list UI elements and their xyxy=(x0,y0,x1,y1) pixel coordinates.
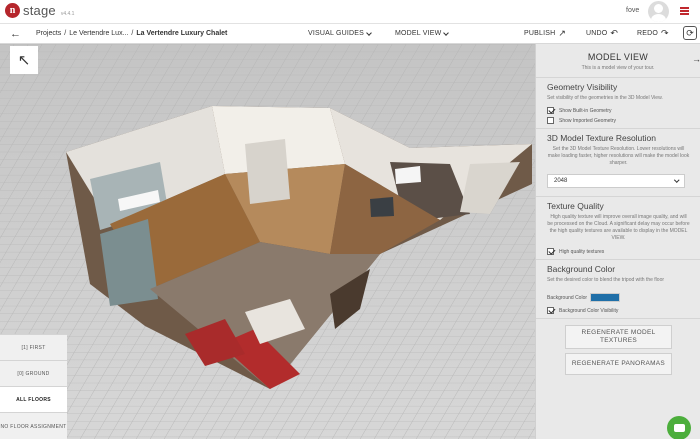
floor-selector: [1] FIRST [0] GROUND ALL FLOORS NO FLOOR… xyxy=(0,334,67,439)
breadcrumb-projects[interactable]: Projects xyxy=(36,30,61,37)
model-canvas[interactable] xyxy=(0,44,535,439)
background-color-row: Background Color xyxy=(547,293,690,302)
high-quality-label: High quality textures xyxy=(559,248,605,255)
geometry-title: Geometry Visibility xyxy=(547,82,618,92)
breadcrumb-separator: / xyxy=(131,30,134,37)
publish-label: PUBLISH xyxy=(524,30,556,37)
model-view-menu[interactable]: MODEL VIEW xyxy=(395,29,450,37)
visual-guides-label: VISUAL GUIDES xyxy=(308,30,365,37)
logo-text: stage xyxy=(23,3,56,18)
chat-icon[interactable] xyxy=(667,416,691,439)
arrow-right-icon[interactable]: → xyxy=(692,54,700,64)
geometry-desc: Set visibility of the geometries in the … xyxy=(547,95,663,101)
chevron-down-icon xyxy=(366,29,372,36)
breadcrumb-project[interactable]: Le Vertendre Lux... xyxy=(69,30,128,37)
high-quality-checkbox[interactable] xyxy=(547,248,554,255)
geometry-section: Geometry Visibility Set visibility of th… xyxy=(536,77,700,128)
undo-label: UNDO xyxy=(586,30,608,37)
refresh-icon[interactable]: ⟳ xyxy=(683,26,697,40)
app-logo[interactable]: n stage v4.4.1 xyxy=(5,3,74,18)
model-view-label: MODEL VIEW xyxy=(395,30,442,37)
texture-resolution-value: 2048 xyxy=(554,178,568,184)
texture-resolution-section: 3D Model Texture Resolution Set the 3D M… xyxy=(536,128,700,192)
background-title: Background Color xyxy=(547,264,616,274)
breadcrumb-separator: / xyxy=(64,30,67,37)
imported-geometry-label: Show Imported Geometry xyxy=(559,117,616,124)
texture-resolution-title: 3D Model Texture Resolution xyxy=(547,133,656,143)
redo-label: REDO xyxy=(637,30,659,37)
undo-button[interactable]: UNDO ↶ xyxy=(586,28,619,38)
background-color-swatch[interactable] xyxy=(590,293,621,302)
model-viewport[interactable]: ↖ [1] FIRST [0] GROUND ALL FLOORS NO FLO… xyxy=(0,44,535,439)
texture-quality-title: Texture Quality xyxy=(547,201,604,211)
background-desc: Set the desired color to blend the tripo… xyxy=(547,277,665,283)
high-quality-option[interactable]: High quality textures xyxy=(547,248,690,255)
breadcrumb-current: La Vertendre Luxury Chalet xyxy=(136,30,228,37)
builtin-geometry-label: Show Built-in Geometry xyxy=(559,107,612,114)
background-visibility-option[interactable]: Background Color Visibility xyxy=(547,307,690,314)
redo-icon: ↷ xyxy=(661,28,669,38)
background-section: Background Color Set the desired color t… xyxy=(536,259,700,318)
regenerate-textures-button[interactable]: REGENERATE MODEL TEXTURES xyxy=(565,325,672,350)
background-visibility-checkbox[interactable] xyxy=(547,307,554,314)
actions-section: REGENERATE MODEL TEXTURES REGENERATE PAN… xyxy=(536,318,700,383)
redo-button[interactable]: REDO ↷ xyxy=(637,28,669,38)
logo-mark: n xyxy=(5,3,20,18)
builtin-geometry-checkbox[interactable] xyxy=(547,107,554,114)
undo-icon: ↶ xyxy=(610,28,619,38)
texture-quality-section: Texture Quality High quality texture wil… xyxy=(536,196,700,259)
floor-first-button[interactable]: [1] FIRST xyxy=(0,335,67,361)
model-view-panel: → MODEL VIEW This is a model view of you… xyxy=(535,44,700,439)
panel-subtitle: This is a model view of your tour. xyxy=(581,65,655,71)
imported-geometry-option[interactable]: Show Imported Geometry xyxy=(547,117,690,124)
background-visibility-label: Background Color Visibility xyxy=(559,307,619,314)
nav-bar: ← Projects / Le Vertendre Lux... / La Ve… xyxy=(0,24,700,44)
arrow-up-right-icon: ↗ xyxy=(558,28,567,38)
hamburger-icon[interactable] xyxy=(680,7,689,15)
imported-geometry-checkbox[interactable] xyxy=(547,117,554,124)
avatar[interactable] xyxy=(648,1,669,22)
floor-ground-button[interactable]: [0] GROUND xyxy=(0,361,67,387)
chevron-down-icon xyxy=(443,29,450,36)
texture-resolution-desc: Set the 3D Model Texture Resolution. Low… xyxy=(547,146,690,166)
regenerate-panoramas-button[interactable]: REGENERATE PANORAMAS xyxy=(565,353,672,376)
logo-version: v4.4.1 xyxy=(60,10,75,17)
background-color-label: Background Color xyxy=(547,294,588,301)
visual-guides-menu[interactable]: VISUAL GUIDES xyxy=(308,29,372,37)
user-name[interactable]: fove xyxy=(626,7,639,14)
breadcrumb: Projects / Le Vertendre Lux... / La Vert… xyxy=(36,30,227,37)
texture-quality-desc: High quality texture will improve overal… xyxy=(547,214,690,241)
arrow-left-icon[interactable]: ← xyxy=(10,27,21,41)
floor-all-button[interactable]: ALL FLOORS xyxy=(0,387,67,413)
panel-title: MODEL VIEW xyxy=(587,52,649,62)
chevron-down-icon xyxy=(673,177,679,183)
publish-button[interactable]: PUBLISH ↗ xyxy=(524,28,567,38)
arrow-up-left-icon[interactable]: ↖ xyxy=(10,46,38,74)
floor-unassigned-button[interactable]: NO FLOOR ASSIGNMENT xyxy=(0,413,67,439)
builtin-geometry-option[interactable]: Show Built-in Geometry xyxy=(547,107,690,114)
top-bar: n stage v4.4.1 fove xyxy=(0,0,700,24)
texture-resolution-select[interactable]: 2048 xyxy=(547,174,685,188)
